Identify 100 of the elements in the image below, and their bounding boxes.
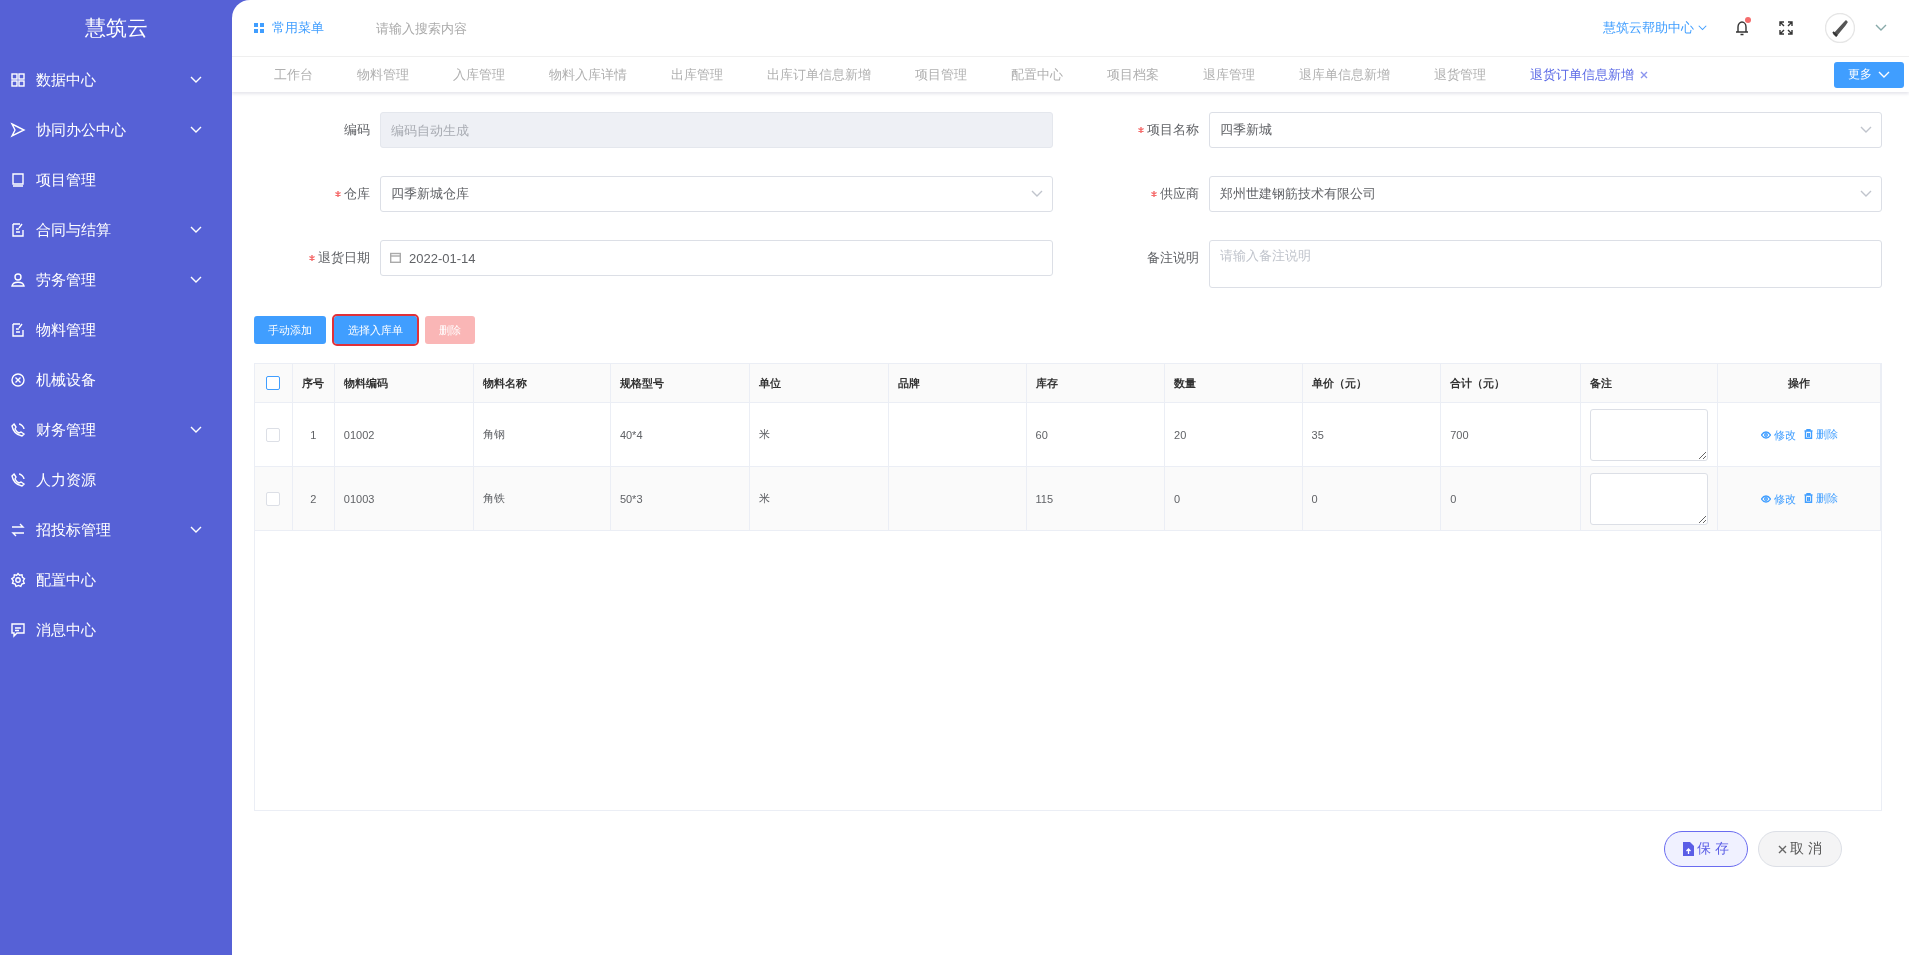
field-label: 供应商 [1160, 185, 1199, 203]
chevron-down-icon [1860, 126, 1872, 134]
table-cell: 01003 [334, 466, 474, 531]
remark-field[interactable] [1589, 472, 1708, 525]
tab[interactable]: 退货订单信息新增 [1508, 57, 1670, 92]
tab[interactable]: 入库管理 [431, 57, 527, 92]
close-icon[interactable] [1640, 70, 1648, 79]
column-header: 单位 [749, 364, 889, 403]
table-cell: 20 [1164, 402, 1303, 467]
checkbox[interactable] [266, 376, 281, 391]
sidebar-item[interactable]: 数据中心 [0, 55, 232, 105]
sidebar-item[interactable]: 人力资源 [0, 455, 232, 505]
remark-field[interactable]: 请输入备注说明 [1209, 240, 1882, 288]
table-cell: 米 [749, 466, 889, 531]
chevron-down-icon [1860, 190, 1872, 198]
tab[interactable]: 出库管理 [649, 57, 745, 92]
tab[interactable]: 退库管理 [1181, 57, 1277, 92]
avatar-icon[interactable] [1825, 13, 1855, 43]
field-label: 编码 [344, 121, 370, 139]
table-cell: 角铁 [473, 466, 611, 531]
app-logo: 慧筑云 [83, 14, 149, 41]
file-upload-icon [1683, 842, 1695, 856]
trash-icon [1803, 429, 1813, 439]
tab[interactable]: 物料管理 [335, 57, 431, 92]
message-icon [10, 622, 26, 638]
more-button[interactable]: 更多 [1834, 61, 1904, 88]
cancel-button[interactable]: 取 消 [1758, 831, 1842, 867]
menu-button[interactable]: 常用菜单 [254, 19, 324, 37]
column-header: 操作 [1717, 364, 1881, 403]
bell-icon[interactable] [1735, 20, 1749, 36]
sidebar-item[interactable]: 机械设备 [0, 355, 232, 405]
tab[interactable]: 退库单信息新增 [1277, 57, 1412, 92]
grid-icon [254, 23, 264, 33]
edit-link[interactable]: 修改 [1760, 427, 1796, 443]
tab[interactable]: 项目管理 [893, 57, 989, 92]
fullscreen-icon[interactable] [1779, 21, 1793, 35]
table-cell: 115 [1026, 466, 1165, 531]
send-icon [10, 122, 26, 138]
sidebar-item[interactable]: 合同与结算 [0, 205, 232, 255]
chevron-down-icon [1878, 70, 1890, 79]
remark-field[interactable] [1589, 408, 1708, 461]
tab[interactable]: 物料入库详情 [527, 57, 649, 92]
column-header: 库存 [1026, 364, 1165, 403]
table-cell: 35 [1302, 402, 1441, 467]
column-header: 单价（元） [1302, 364, 1441, 403]
field-label: 退货日期 [318, 249, 370, 267]
column-header: 数量 [1164, 364, 1303, 403]
calendar-icon [390, 252, 401, 263]
action-button[interactable]: 手动添加 [254, 316, 326, 344]
tab[interactable]: 工作台 [252, 57, 335, 92]
grid-icon [10, 72, 26, 88]
column-header: 品牌 [888, 364, 1026, 403]
table-cell: 50*3 [610, 466, 750, 531]
sidebar-item[interactable]: 配置中心 [0, 555, 232, 605]
chevron-down-icon [1031, 190, 1043, 198]
field-label: 仓库 [344, 185, 370, 203]
select-field[interactable]: 四季新城 [1209, 112, 1882, 148]
delete-link[interactable]: 删除 [1803, 426, 1838, 442]
tab[interactable]: 项目档案 [1085, 57, 1181, 92]
column-header: 合计（元） [1440, 364, 1581, 403]
tab[interactable]: 退货管理 [1412, 57, 1508, 92]
settings-icon [10, 572, 26, 588]
phone-icon [10, 472, 26, 488]
sidebar-item[interactable]: 协同办公中心 [0, 105, 232, 155]
sidebar-item[interactable]: 消息中心 [0, 605, 232, 655]
person-icon [10, 272, 26, 288]
eye-icon [1760, 495, 1771, 503]
sidebar-item[interactable]: 项目管理 [0, 155, 232, 205]
table-cell: 01002 [334, 402, 474, 467]
save-button[interactable]: 保 存 [1664, 831, 1748, 867]
sidebar-item[interactable]: 招投标管理 [0, 505, 232, 555]
sidebar-item[interactable]: 劳务管理 [0, 255, 232, 305]
sidebar-item[interactable]: 物料管理 [0, 305, 232, 355]
select-field[interactable]: 郑州世建钢筋技术有限公司 [1209, 176, 1882, 212]
edit-link[interactable]: 修改 [1760, 491, 1796, 507]
delete-link[interactable]: 删除 [1803, 490, 1838, 506]
tab[interactable]: 出库订单信息新增 [745, 57, 893, 92]
field-label: 项目名称 [1147, 121, 1199, 139]
table-cell: 1 [292, 402, 335, 467]
column-header: 规格型号 [610, 364, 750, 403]
help-link[interactable]: 慧筑云帮助中心 [1603, 19, 1707, 37]
field-label: 备注说明 [1147, 249, 1199, 267]
column-header: 物料名称 [473, 364, 611, 403]
tab[interactable]: 配置中心 [989, 57, 1085, 92]
table-cell: 40*4 [610, 402, 750, 467]
document-icon [10, 222, 26, 238]
eye-icon [1760, 431, 1771, 439]
trash-icon [1803, 493, 1813, 503]
close-icon [1778, 844, 1788, 854]
table-cell: 角钢 [473, 402, 611, 467]
table-cell: 0 [1164, 466, 1303, 531]
column-header: 序号 [292, 364, 335, 403]
phone-icon [10, 422, 26, 438]
book-icon [10, 172, 26, 188]
sidebar-item[interactable]: 财务管理 [0, 405, 232, 455]
date-field[interactable]: 2022-01-14 [380, 240, 1053, 276]
chevron-down-icon[interactable] [1875, 24, 1887, 32]
select-field[interactable]: 四季新城仓库 [380, 176, 1053, 212]
action-button[interactable]: 选择入库单 [334, 316, 417, 344]
column-header: 备注 [1580, 364, 1718, 403]
